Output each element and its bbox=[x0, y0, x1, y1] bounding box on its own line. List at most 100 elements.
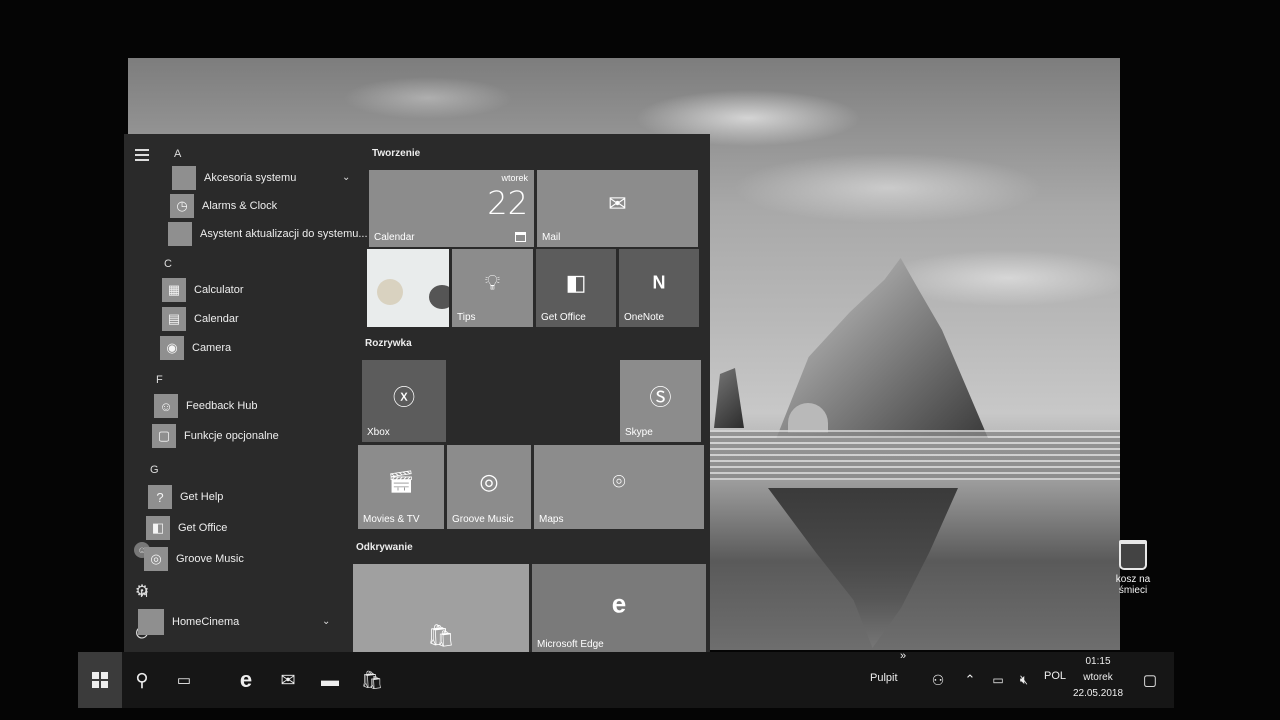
windows-logo-icon bbox=[92, 672, 108, 688]
app-item-feedback-hub[interactable]: ☺ Feedback Hub bbox=[154, 393, 258, 419]
tile-label: Maps bbox=[539, 514, 564, 525]
action-center-icon[interactable]: ▢ bbox=[1132, 660, 1168, 700]
chevron-down-icon: ⌄ bbox=[342, 172, 351, 183]
calendar-icon bbox=[515, 232, 526, 242]
group-title-odkrywanie[interactable]: Odkrywanie bbox=[356, 542, 413, 553]
tile-skype[interactable]: Ⓢ Skype bbox=[620, 360, 701, 442]
taskbar: ⚲ ▭ e ✉ ▬ 🛍︎ » Pulpit ⚇ ⌃ ▭ 🔇︎ POL 01:15… bbox=[78, 650, 1174, 708]
toolbar-overflow-icon[interactable]: » bbox=[900, 650, 906, 662]
recycle-bin-desktop-icon[interactable]: kosz na śmieci bbox=[1108, 540, 1158, 596]
tile-microsoft-edge[interactable]: e Microsoft Edge bbox=[532, 564, 706, 654]
app-item-camera[interactable]: ◉ Camera bbox=[160, 335, 231, 361]
tile-label: OneNote bbox=[624, 312, 665, 323]
wallpaper-small-rock bbox=[714, 368, 744, 428]
app-item-asystent-aktualizacji[interactable]: Asystent aktualizacji do systemu... bbox=[168, 221, 368, 247]
mail-taskbar-icon[interactable]: ✉ bbox=[270, 660, 306, 700]
app-item-label: Calculator bbox=[194, 284, 244, 296]
app-item-akcesoria-systemu[interactable]: Akcesoria systemu ⌄ bbox=[172, 165, 350, 191]
mail-icon: ✉ bbox=[608, 190, 627, 216]
camera-icon: ◉ bbox=[160, 336, 184, 360]
store-taskbar-icon[interactable]: 🛍︎ bbox=[354, 660, 390, 700]
group-title-rozrywka[interactable]: Rozrywka bbox=[365, 338, 412, 349]
heart-sticker-image bbox=[429, 285, 449, 309]
tile-label: Movies & TV bbox=[363, 514, 420, 525]
app-item-calculator[interactable]: ▦ Calculator bbox=[162, 277, 244, 303]
tile-label: Get Office bbox=[541, 312, 586, 323]
tile-mail[interactable]: ✉ Mail bbox=[537, 170, 698, 247]
calendar-day-number: 22 bbox=[487, 184, 528, 222]
clock[interactable]: 01:15 wtorek 22.05.2018 bbox=[1068, 654, 1128, 702]
edge-icon: e bbox=[611, 588, 627, 619]
tile-label: Mail bbox=[542, 232, 561, 243]
calculator-icon: ▦ bbox=[162, 278, 186, 302]
group-title-tworzenie[interactable]: Tworzenie bbox=[372, 148, 420, 159]
desktop-toolbar-label[interactable]: Pulpit bbox=[870, 672, 898, 684]
app-list-letter-g[interactable]: G bbox=[150, 464, 159, 476]
app-item-groove-music[interactable]: ◎ Groove Music bbox=[144, 546, 244, 572]
app-item-label: Akcesoria systemu bbox=[204, 172, 297, 184]
app-item-get-office[interactable]: ◧ Get Office bbox=[146, 515, 227, 541]
clock-date: 22.05.2018 bbox=[1072, 688, 1124, 699]
map-pin-icon: ⌾ bbox=[612, 468, 626, 494]
folder-icon bbox=[172, 166, 196, 190]
wallpaper-waves bbox=[708, 430, 1120, 480]
tile-tips[interactable]: 💡︎ Tips bbox=[452, 249, 533, 327]
edge-taskbar-icon[interactable]: e bbox=[228, 660, 264, 700]
app-item-alarms-clock[interactable]: ◷ Alarms & Clock bbox=[170, 193, 277, 219]
hamburger-menu-icon[interactable] bbox=[132, 146, 152, 166]
start-button[interactable] bbox=[78, 652, 122, 708]
optional-features-icon: ▢ bbox=[152, 424, 176, 448]
tile-movies-tv[interactable]: 🎬︎ Movies & TV bbox=[358, 445, 444, 529]
tile-onenote[interactable]: N OneNote bbox=[619, 249, 699, 327]
app-list-letter-f[interactable]: F bbox=[156, 374, 163, 386]
clock-time: 01:15 bbox=[1085, 656, 1111, 667]
help-icon: ? bbox=[148, 485, 172, 509]
tile-maps[interactable]: ⌾ Maps bbox=[534, 445, 704, 529]
tile-calendar[interactable]: wtorek 22 Calendar bbox=[369, 170, 534, 247]
groove-disc-icon: ◎ bbox=[479, 468, 499, 494]
tile-photos[interactable] bbox=[367, 249, 449, 327]
recycle-bin-icon bbox=[1119, 540, 1147, 570]
app-item-get-help[interactable]: ? Get Help bbox=[148, 484, 223, 510]
app-item-label: Camera bbox=[192, 342, 232, 354]
app-item-label: Feedback Hub bbox=[186, 400, 258, 412]
app-list-letter-c[interactable]: C bbox=[164, 258, 172, 270]
app-item-calendar[interactable]: ▤ Calendar bbox=[162, 306, 239, 332]
tile-get-office[interactable]: ◧ Get Office bbox=[536, 249, 616, 327]
recycle-bin-label-line2: śmieci bbox=[1118, 585, 1148, 596]
update-icon bbox=[168, 222, 192, 246]
calendar-icon: ▤ bbox=[162, 307, 186, 331]
clock-day: wtorek bbox=[1083, 672, 1113, 683]
volume-muted-icon[interactable]: 🔇︎ bbox=[1006, 660, 1042, 700]
clock-icon: ◷ bbox=[170, 194, 194, 218]
app-item-label: Asystent aktualizacji do systemu... bbox=[200, 228, 368, 240]
feedback-icon: ☺ bbox=[154, 394, 178, 418]
clapperboard-icon: 🎬︎ bbox=[387, 468, 415, 494]
store-bag-icon: 🛍︎ bbox=[427, 623, 455, 648]
chevron-down-icon: ⌄ bbox=[322, 616, 331, 627]
calendar-day-name: wtorek bbox=[501, 173, 528, 183]
app-item-funkcje-opcjonalne[interactable]: ▢ Funkcje opcjonalne bbox=[152, 423, 279, 449]
task-view-icon[interactable]: ▭ bbox=[166, 660, 202, 700]
office-icon: ◧ bbox=[565, 270, 587, 296]
app-item-label: Groove Music bbox=[176, 553, 244, 565]
app-item-homecinema[interactable]: HomeCinema ⌄ bbox=[138, 609, 330, 635]
sun-sticker-image bbox=[377, 279, 403, 305]
folder-icon bbox=[138, 609, 164, 635]
search-icon[interactable]: ⚲ bbox=[124, 660, 160, 700]
app-item-label: Alarms & Clock bbox=[202, 200, 278, 212]
tile-xbox[interactable]: ⓧ Xbox bbox=[362, 360, 446, 442]
lightbulb-icon: 💡︎ bbox=[484, 270, 501, 296]
app-list-letter-a[interactable]: A bbox=[174, 148, 181, 160]
tile-store[interactable]: 🛍︎ bbox=[353, 564, 529, 654]
people-icon[interactable]: ⚇ bbox=[920, 660, 956, 700]
language-indicator[interactable]: POL bbox=[1044, 670, 1066, 682]
start-menu: ☺ ⚙ ⏻ A Akcesoria systemu ⌄ ◷ Alarms & C… bbox=[124, 134, 710, 654]
app-item-label: Calendar bbox=[194, 313, 239, 325]
recycle-bin-label-line1: kosz na bbox=[1115, 574, 1151, 585]
skype-icon: Ⓢ bbox=[649, 385, 672, 411]
tile-groove-music[interactable]: ◎ Groove Music bbox=[447, 445, 531, 529]
tile-label: Microsoft Edge bbox=[537, 639, 604, 650]
file-explorer-icon[interactable]: ▬ bbox=[312, 660, 348, 700]
app-list-letter-h[interactable]: H bbox=[140, 588, 148, 600]
